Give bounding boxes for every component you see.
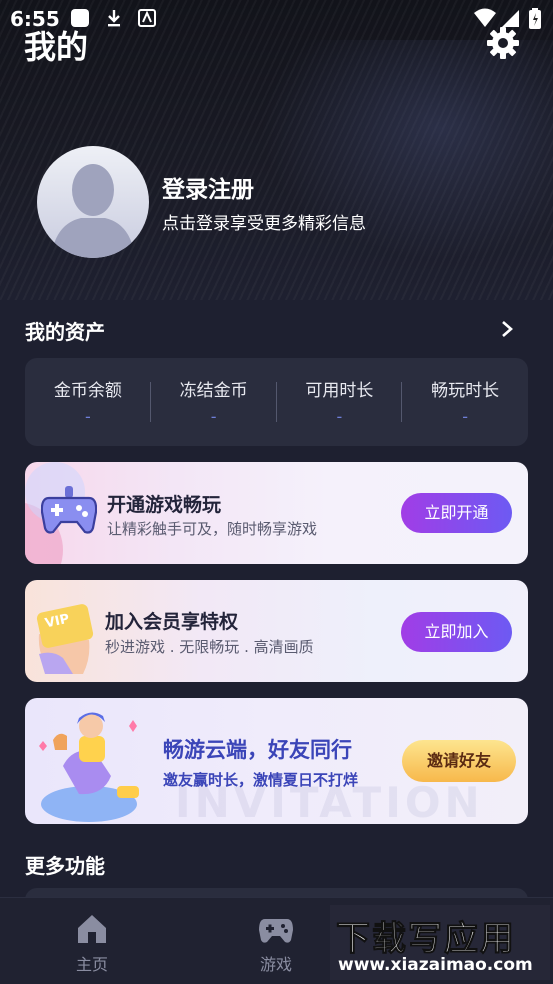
more-features-title: 更多功能 [25,854,105,878]
banner-subtitle: 邀友赢时长，激情夏日不打烊 [163,771,359,789]
tab-label: 主页 [75,955,108,974]
banner-subtitle: 让精彩触手可及，随时畅享游戏 [107,520,318,538]
tab-home[interactable]: 主页 [32,898,152,984]
activate-now-button[interactable]: 立即开通 [401,493,512,533]
gamepad-icon [41,486,97,534]
asset-item-play-time[interactable]: 畅玩时长 - [402,358,528,446]
invite-friends-banner[interactable]: INVITATION 畅游云端，好友同行 邀友赢时长，激情夏日不打烊 邀请好友 [25,698,528,824]
gear-icon[interactable] [486,26,520,60]
asset-label: 金币余额 [53,381,122,401]
asset-value: - [462,407,469,426]
membership-banner[interactable]: VIP 加入会员享特权 秒进游戏 . 无限畅玩 . 高清画质 立即加入 [25,580,528,682]
wifi-icon [474,8,496,27]
invite-friends-button[interactable]: 邀请好友 [402,740,516,782]
girl-illustration-icon [39,712,139,822]
app-badge-icon [138,9,156,27]
gamepad-icon [259,919,293,943]
join-now-button[interactable]: 立即加入 [401,612,512,652]
battery-icon [529,8,541,29]
avatar[interactable] [37,146,149,258]
login-register-link[interactable]: 登录注册 [162,170,254,204]
watermark-url: www.xiazaimao.com [338,955,533,975]
asset-value: - [210,407,217,426]
watermark-brand: 下载写应用 [336,919,516,960]
asset-label: 畅玩时长 [431,381,500,401]
banner-title: 开通游戏畅玩 [107,494,222,516]
banner-title: 加入会员享特权 [105,611,239,633]
assets-card: 金币余额 - 冻结金币 - 可用时长 - 畅玩时长 - [25,358,528,446]
asset-item-frozen-coins[interactable]: 冻结金币 - [151,358,277,446]
vip-card-icon [36,604,94,674]
default-user-icon [51,164,135,258]
tab-games[interactable]: 游戏 [216,898,336,984]
asset-item-available-time[interactable]: 可用时长 - [277,358,403,446]
game-pass-banner[interactable]: 开通游戏畅玩 让精彩触手可及，随时畅享游戏 立即开通 [25,462,528,564]
tab-label: 游戏 [259,955,292,974]
asset-value: - [84,407,91,426]
page-title: 我的 [24,28,89,66]
banner-subtitle: 秒进游戏 . 无限畅玩 . 高清画质 [105,638,314,656]
asset-item-coin-balance[interactable]: 金币余额 - [25,358,151,446]
login-hint: 点击登录享受更多精彩信息 [162,214,366,234]
asset-label: 可用时长 [305,381,374,401]
site-watermark: 下载写应用 www.xiazaimao.com [330,905,550,980]
asset-value: - [336,407,343,426]
download-icon [108,10,120,27]
asset-label: 冻结金币 [179,381,248,401]
chevron-right-icon[interactable] [498,319,516,339]
signal-icon [502,10,519,27]
banner-title: 畅游云端，好友同行 [163,738,352,762]
home-icon [78,915,106,943]
assets-section-title: 我的资产 [25,320,105,344]
